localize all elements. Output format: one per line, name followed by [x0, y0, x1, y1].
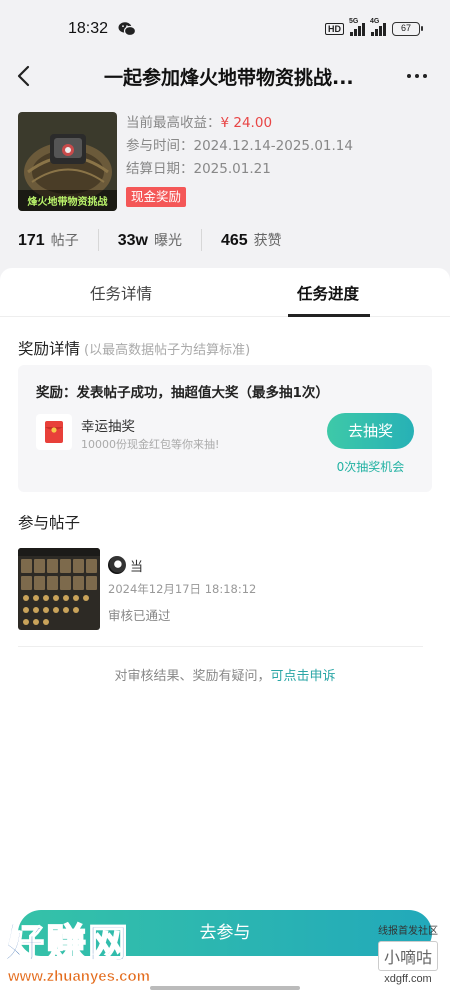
signal-5g-icon: 5G: [349, 18, 365, 36]
cash-reward-tag: 现金奖励: [126, 187, 187, 207]
lottery-chances: 0次抽奖机会: [336, 460, 405, 474]
appeal-note: 对审核结果、奖励有疑问，可点击申诉: [0, 665, 450, 684]
reward-description: 奖励：发表帖子成功，抽超值大奖（最多抽1次）: [36, 385, 329, 401]
post-date: 2024年12月17日 18:18:12: [108, 582, 257, 596]
signal-4g-icon: 4G: [370, 18, 386, 36]
watermark-url: www.zhuanyes.com: [8, 968, 150, 986]
tab-task-details[interactable]: 任务详情: [90, 282, 152, 304]
watermark-right: 线报首发社区 小嘀咕 xdgff.com: [377, 922, 438, 985]
post-thumbnail[interactable]: [18, 548, 100, 630]
post-review-status: 审核已通过: [108, 608, 171, 623]
posts-section-title: 参与帖子: [18, 514, 81, 532]
divider: [97, 229, 99, 251]
lottery-name: 幸运抽奖: [81, 419, 135, 435]
stat-posts-label: 帖子: [50, 233, 79, 249]
time-value: 2024.12.14-2025.01.14: [193, 138, 353, 154]
challenge-meta: 当前最高收益：¥ 24.00 参与时间：2024.12.14-2025.01.1…: [126, 112, 353, 208]
appeal-link[interactable]: 可点击申诉: [271, 669, 336, 684]
cover-caption: 烽火地带物资挑战: [18, 190, 117, 211]
reward-section-title: 奖励详情 (以最高数据帖子为结算标准): [18, 337, 250, 359]
reward-card: 奖励：发表帖子成功，抽超值大奖（最多抽1次） 幸运抽奖 10000份现金红包等你…: [18, 365, 432, 492]
watermark-left: 好赚网 www.zhuanyes.com: [3, 920, 204, 990]
stat-likes-label: 获赞: [253, 233, 282, 249]
max-income-value: ¥ 24.00: [220, 115, 273, 131]
battery-icon: 67: [392, 22, 423, 36]
divider: [18, 646, 423, 647]
lottery-subtitle: 10000份现金红包等你来抽!: [81, 438, 220, 451]
stat-posts-value: 171: [18, 232, 45, 249]
watermark-domain: xdgff.com: [384, 973, 432, 985]
more-options-icon[interactable]: [406, 65, 428, 87]
settle-label: 结算日期：: [126, 161, 194, 177]
reward-title-note: (以最高数据帖子为结算标准): [84, 343, 251, 358]
challenge-cover[interactable]: 烽火地带物资挑战: [18, 112, 117, 211]
watermark-brand: 小嘀咕: [377, 941, 438, 971]
page-title: 一起参加烽火地带物资挑战...: [104, 67, 354, 89]
back-arrow-icon[interactable]: [14, 63, 36, 89]
home-indicator[interactable]: [150, 986, 300, 990]
status-bar: 18:32 HD 5G 4G 67: [0, 0, 450, 60]
status-time: 18:32: [68, 20, 109, 37]
tab-task-progress[interactable]: 任务进度: [297, 282, 359, 304]
stats-row: 171 帖子 33w 曝光 465 获赞: [18, 228, 438, 252]
stat-likes: 465 获赞: [221, 230, 282, 250]
wechat-icon: [118, 22, 136, 37]
reward-title: 奖励详情: [18, 340, 81, 358]
stat-likes-value: 465: [220, 232, 248, 249]
watermark-logo-text: 好赚网: [3, 920, 130, 968]
draw-lottery-button[interactable]: 去抽奖: [327, 413, 414, 449]
tab-bar: 任务详情 任务进度: [0, 268, 450, 317]
main-panel: 任务详情 任务进度 奖励详情 (以最高数据帖子为结算标准) 奖励：发表帖子成功，抽…: [0, 268, 450, 1000]
active-tab-indicator: [288, 314, 370, 317]
stat-exposure-value: 33w: [117, 232, 148, 249]
divider: [200, 229, 202, 251]
red-packet-icon: [36, 414, 72, 450]
appeal-text: 对审核结果、奖励有疑问，: [114, 669, 271, 684]
stat-exposure-label: 曝光: [153, 233, 182, 249]
stat-exposure: 33w 曝光: [118, 230, 182, 250]
author-name: 当: [130, 560, 144, 575]
time-label: 参与时间：: [126, 138, 194, 154]
challenge-info: 烽火地带物资挑战 当前最高收益：¥ 24.00 参与时间：2024.12.14-…: [0, 110, 450, 220]
author-avatar: [108, 556, 126, 574]
stat-posts: 171 帖子: [18, 230, 79, 250]
max-income-label: 当前最高收益：: [126, 115, 221, 131]
nav-bar: 一起参加烽火地带物资挑战...: [0, 55, 450, 99]
watermark-slogan: 线报首发社区: [377, 926, 438, 937]
hd-badge: HD: [325, 23, 344, 35]
post-item[interactable]: 当 2024年12月17日 18:18:12 审核已通过: [18, 548, 432, 632]
settle-value: 2025.01.21: [193, 161, 271, 177]
